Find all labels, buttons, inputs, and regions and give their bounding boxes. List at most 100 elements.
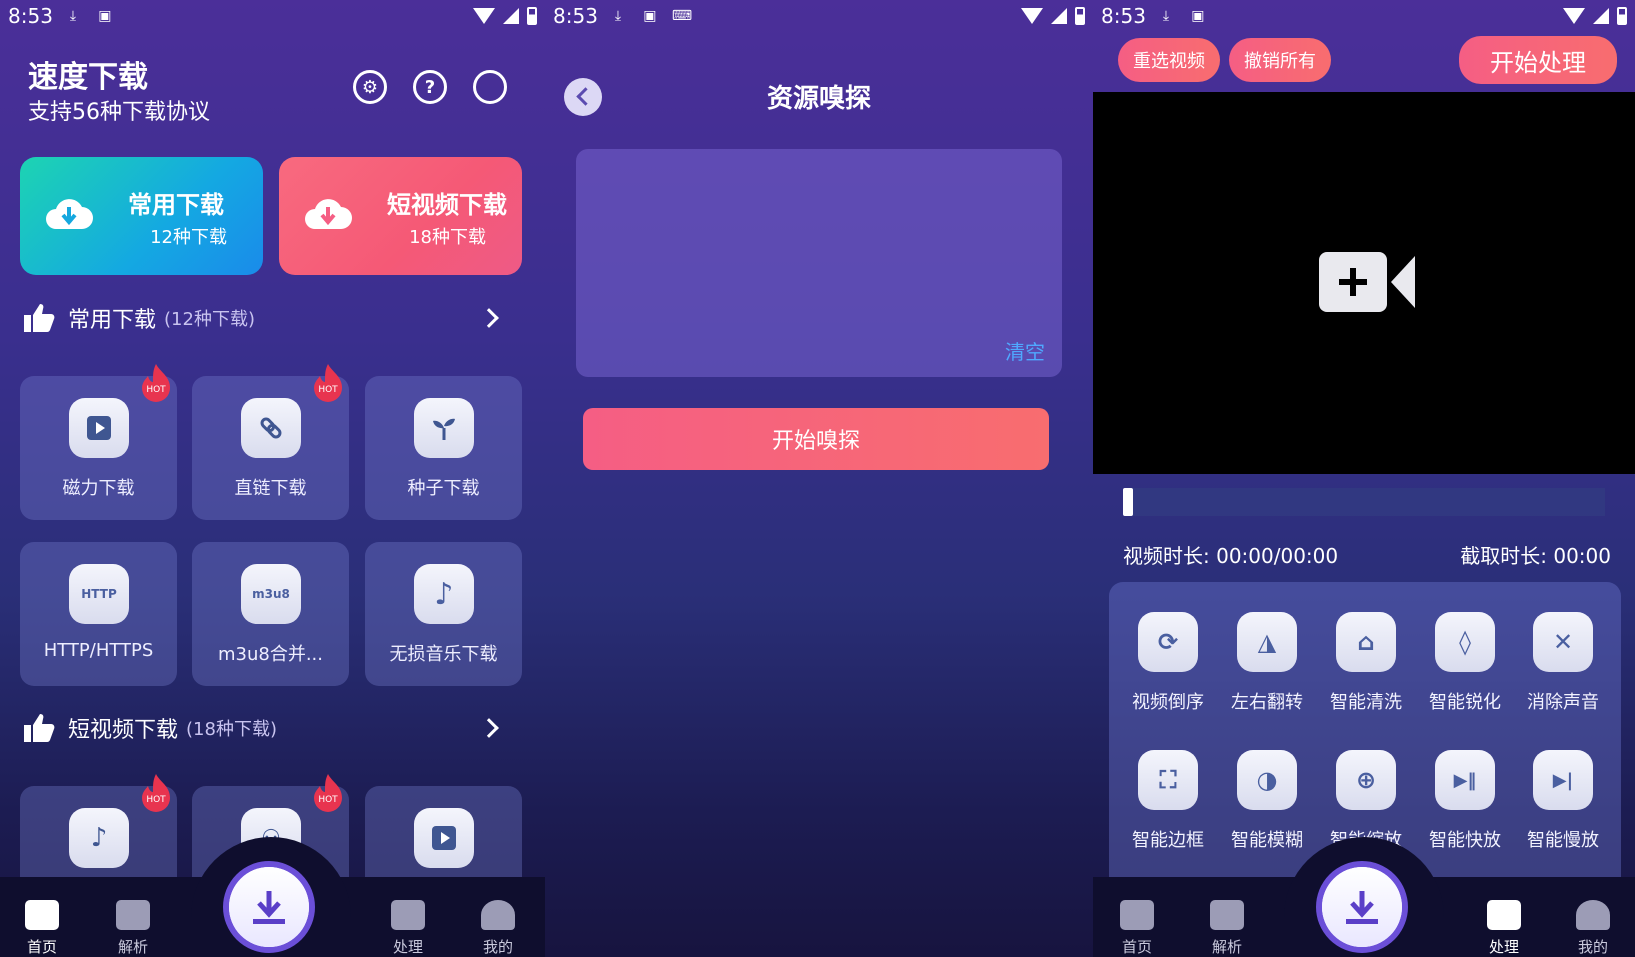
- undo-all-button[interactable]: 撤销所有: [1229, 38, 1331, 82]
- section-label: 常用下载: [68, 308, 157, 333]
- m3u8-icon: m3u8: [241, 564, 301, 624]
- tile-label: 磁力下载: [62, 478, 135, 499]
- chevron-right-icon[interactable]: [479, 718, 499, 738]
- hot-badge-icon: HOT: [314, 774, 342, 812]
- play-icon: [414, 808, 474, 868]
- section-short-video-download[interactable]: 短视频下载 (18种下载): [22, 708, 502, 748]
- tile-label: 直链下载: [234, 478, 307, 499]
- download-status-icon: ⤓: [614, 8, 622, 24]
- wifi-icon: [473, 8, 495, 24]
- notification-icon: ▣: [98, 8, 112, 24]
- battery-icon: [1617, 7, 1627, 25]
- gear-icon[interactable]: ⚙: [353, 70, 387, 104]
- tool-sharpen[interactable]: ◊ 智能锐化: [1416, 612, 1514, 714]
- wifi-icon: [1563, 8, 1585, 24]
- timeline-handle[interactable]: [1123, 488, 1133, 516]
- card-title: 短视频下载: [387, 191, 507, 219]
- signal-icon: [503, 8, 519, 24]
- clear-button[interactable]: 清空: [1005, 336, 1045, 365]
- cloud-download-icon: [46, 199, 93, 229]
- tile-torrent-download[interactable]: 种子下载: [365, 376, 522, 520]
- nav-process[interactable]: 处理: [1474, 900, 1534, 957]
- help-icon[interactable]: ?: [413, 70, 447, 104]
- tile-lossless-music[interactable]: ♪ 无损音乐下载: [365, 542, 522, 686]
- tool-flip[interactable]: ◮ 左右翻转: [1218, 612, 1316, 714]
- cube-icon: [1120, 900, 1154, 930]
- tool-fast-play[interactable]: ▶‖ 智能快放: [1416, 750, 1514, 852]
- start-process-button[interactable]: 开始处理: [1459, 36, 1617, 84]
- nav-mine[interactable]: 我的: [468, 900, 528, 957]
- slow-play-icon: ▶|: [1533, 750, 1593, 810]
- add-video-icon[interactable]: [1319, 250, 1417, 314]
- section-count: (18种下载): [186, 719, 277, 740]
- thumbs-up-icon: [24, 304, 55, 332]
- url-input-area[interactable]: [576, 149, 1062, 377]
- video-camera-icon: [1487, 900, 1521, 930]
- card-subtitle: 12种下载: [150, 227, 227, 248]
- cloud-download-icon: [305, 199, 352, 229]
- cut-duration: 截取时长: 00:00: [1460, 544, 1611, 568]
- chevron-right-icon[interactable]: [479, 308, 499, 328]
- video-camera-icon: [391, 900, 425, 930]
- tool-reverse[interactable]: ⟳ 视频倒序: [1119, 612, 1217, 714]
- music-note-icon: ♪: [414, 564, 474, 624]
- nav-mine[interactable]: 我的: [1563, 900, 1623, 957]
- drop-icon: ◊: [1435, 612, 1495, 672]
- card-title: 常用下载: [128, 191, 224, 219]
- tile-m3u8-merge[interactable]: m3u8 m3u8合并...: [192, 542, 349, 686]
- search-icon[interactable]: [473, 70, 507, 104]
- status-bar: 8:53 ⤓ ▣: [0, 0, 545, 32]
- download-status-icon: ⤓: [1162, 8, 1170, 24]
- status-time: 8:53: [1101, 4, 1146, 28]
- tool-blur[interactable]: ◑ 智能模糊: [1218, 750, 1316, 852]
- folders-icon: [116, 900, 150, 930]
- signal-icon: [1051, 8, 1067, 24]
- video-preview[interactable]: [1093, 92, 1635, 474]
- cube-icon: [25, 900, 59, 930]
- nav-parse[interactable]: 解析: [1197, 900, 1257, 957]
- wifi-icon: [1021, 8, 1043, 24]
- status-time: 8:53: [553, 4, 598, 28]
- tool-clean[interactable]: ⌂ 智能清洗: [1317, 612, 1415, 714]
- broom-icon: ⌂: [1336, 612, 1396, 672]
- start-sniff-button[interactable]: 开始嗅探: [583, 408, 1049, 470]
- tile-direct-link-download[interactable]: HOT 直链下载: [192, 364, 349, 520]
- tile-label: HTTP/HTTPS: [43, 640, 154, 661]
- common-download-card[interactable]: 常用下载 12种下载: [20, 157, 263, 275]
- nav-process[interactable]: 处理: [378, 900, 438, 957]
- nav-home[interactable]: 首页: [1107, 900, 1167, 957]
- svg-text:HOT: HOT: [146, 385, 166, 395]
- zoom-icon: ⊕: [1336, 750, 1396, 810]
- tile-http-download[interactable]: HTTP HTTP/HTTPS: [20, 542, 177, 686]
- play-icon: [69, 398, 129, 458]
- tile-label: m3u8合并...: [217, 644, 323, 665]
- download-fab[interactable]: [1316, 861, 1408, 953]
- tool-frame[interactable]: ⛶ 智能边框: [1119, 750, 1217, 852]
- status-time: 8:53: [8, 4, 53, 28]
- sniff-screen: 8:53 ⤓ ▣ ⌨ 资源嗅探 清空 开始嗅探: [545, 0, 1093, 957]
- tool-slow-play[interactable]: ▶| 智能慢放: [1514, 750, 1612, 852]
- notification-icon: ▣: [643, 8, 657, 24]
- nav-parse[interactable]: 解析: [103, 900, 163, 957]
- svg-text:HOT: HOT: [318, 385, 338, 395]
- battery-icon: [1075, 7, 1085, 25]
- mute-icon: ✕: [1533, 612, 1593, 672]
- section-count: (12种下载): [164, 309, 255, 330]
- svg-text:HOT: HOT: [318, 795, 338, 805]
- sprout-icon: [414, 398, 474, 458]
- short-video-download-card[interactable]: 短视频下载 18种下载: [279, 157, 522, 275]
- nav-home[interactable]: 首页: [12, 900, 72, 957]
- hot-badge-icon: HOT: [142, 774, 170, 812]
- section-common-download[interactable]: 常用下载 (12种下载): [22, 298, 502, 338]
- status-bar: 8:53 ⤓ ▣ ⌨: [545, 0, 1093, 32]
- video-timeline[interactable]: [1125, 488, 1605, 516]
- reselect-video-button[interactable]: 重选视频: [1118, 38, 1220, 82]
- blur-icon: ◑: [1237, 750, 1297, 810]
- download-fab[interactable]: [223, 861, 315, 953]
- hot-badge-icon: HOT: [142, 364, 170, 402]
- tool-mute[interactable]: ✕ 消除声音: [1514, 612, 1612, 714]
- notification-icon: ▣: [1191, 8, 1205, 24]
- process-screen: 8:53 ⤓ ▣ 重选视频 撤销所有 开始处理 视频时长: 00:00/00:0…: [1093, 0, 1635, 957]
- app-subtitle: 支持56种下载协议: [28, 100, 210, 125]
- tile-magnet-download[interactable]: HOT 磁力下载: [20, 364, 177, 520]
